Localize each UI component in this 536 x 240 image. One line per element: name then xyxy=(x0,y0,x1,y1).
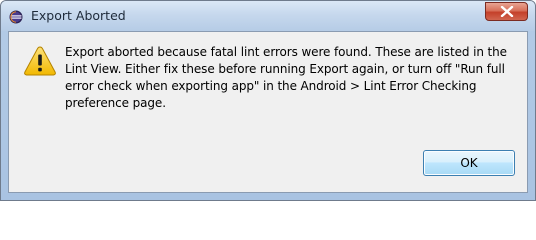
ok-button-label: OK xyxy=(460,156,478,170)
dialog-message: Export aborted because fatal lint errors… xyxy=(65,45,507,110)
title-bar[interactable]: Export Aborted xyxy=(1,1,535,31)
close-icon xyxy=(500,6,514,17)
warning-icon xyxy=(23,45,57,77)
window-title: Export Aborted xyxy=(31,8,126,23)
ok-button[interactable]: OK xyxy=(423,150,515,176)
dialog-content: Export aborted because fatal lint errors… xyxy=(8,31,528,193)
eclipse-app-icon xyxy=(9,9,23,24)
close-button[interactable] xyxy=(485,2,528,21)
export-aborted-dialog-window: Export Aborted Export aborted because fa… xyxy=(0,0,536,201)
